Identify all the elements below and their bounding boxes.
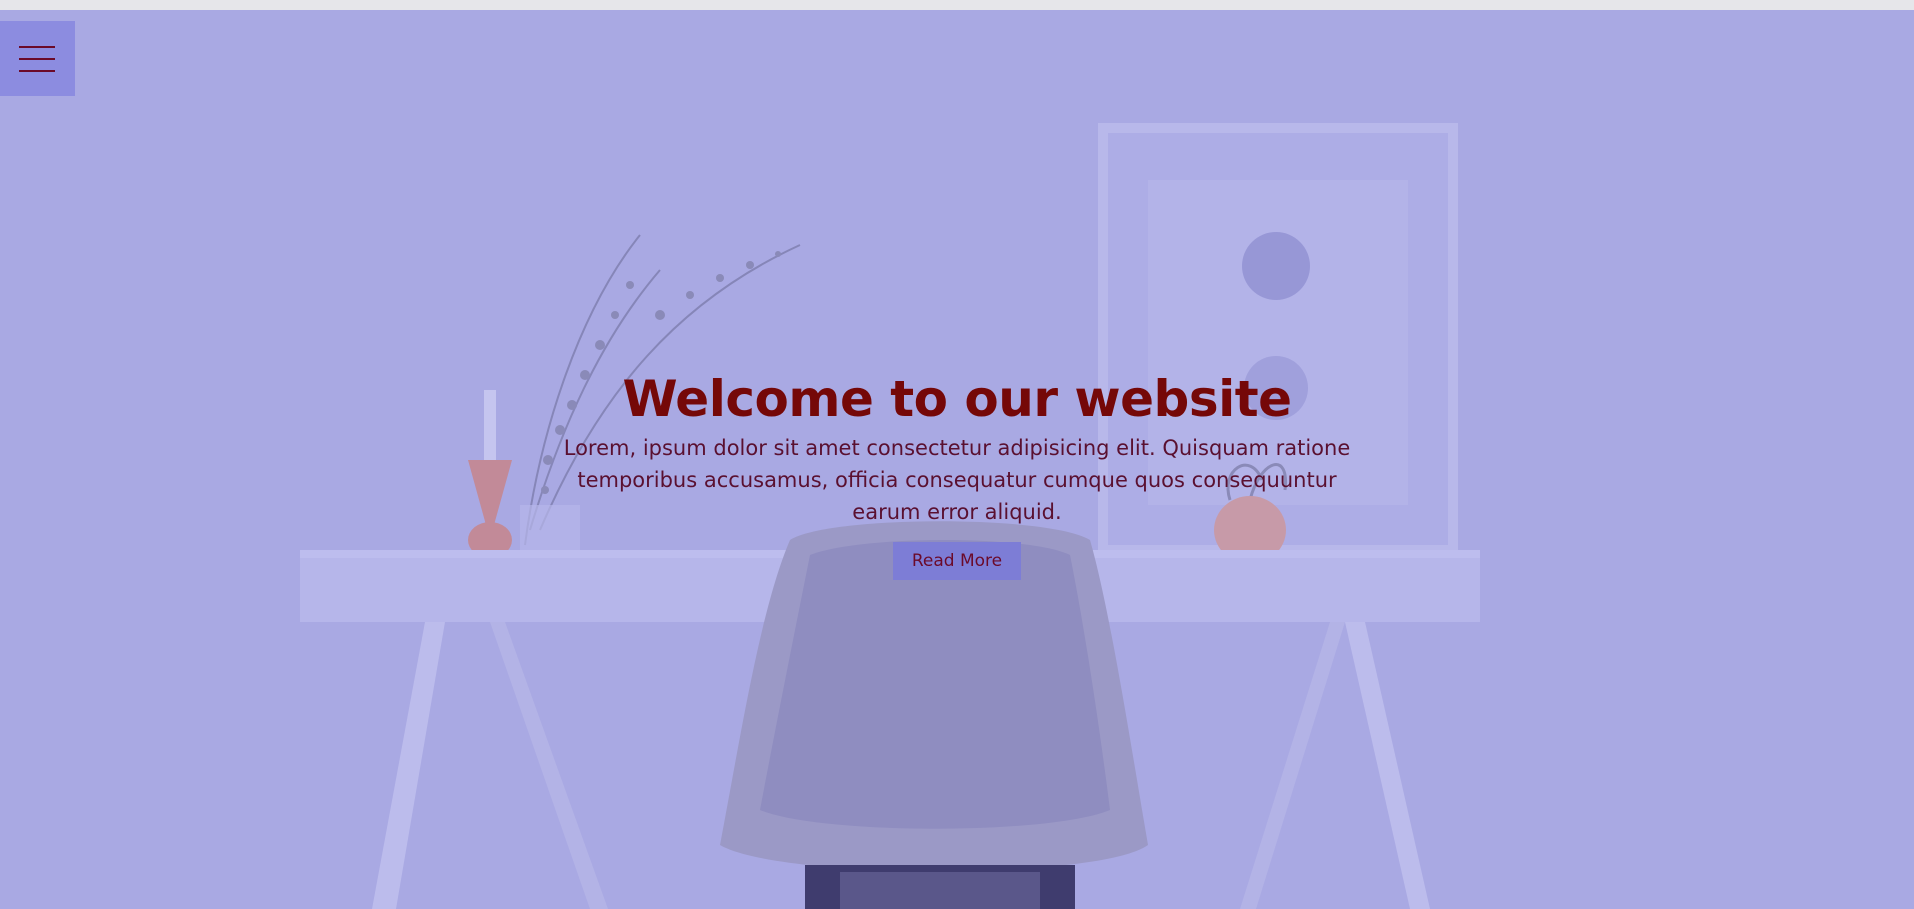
read-more-button[interactable]: Read More bbox=[892, 542, 1022, 580]
hero-section: Welcome to our website Lorem, ipsum dolo… bbox=[0, 10, 1914, 909]
hamburger-icon-line-bottom bbox=[19, 70, 55, 72]
top-strip bbox=[0, 0, 1914, 10]
menu-button[interactable] bbox=[0, 21, 75, 96]
hamburger-icon-line-middle bbox=[19, 58, 55, 60]
hamburger-icon-line-top bbox=[19, 46, 55, 48]
hero-title: Welcome to our website bbox=[622, 370, 1292, 428]
hero-content: Welcome to our website Lorem, ipsum dolo… bbox=[0, 370, 1914, 580]
hero-description: Lorem, ipsum dolor sit amet consectetur … bbox=[563, 436, 1351, 524]
